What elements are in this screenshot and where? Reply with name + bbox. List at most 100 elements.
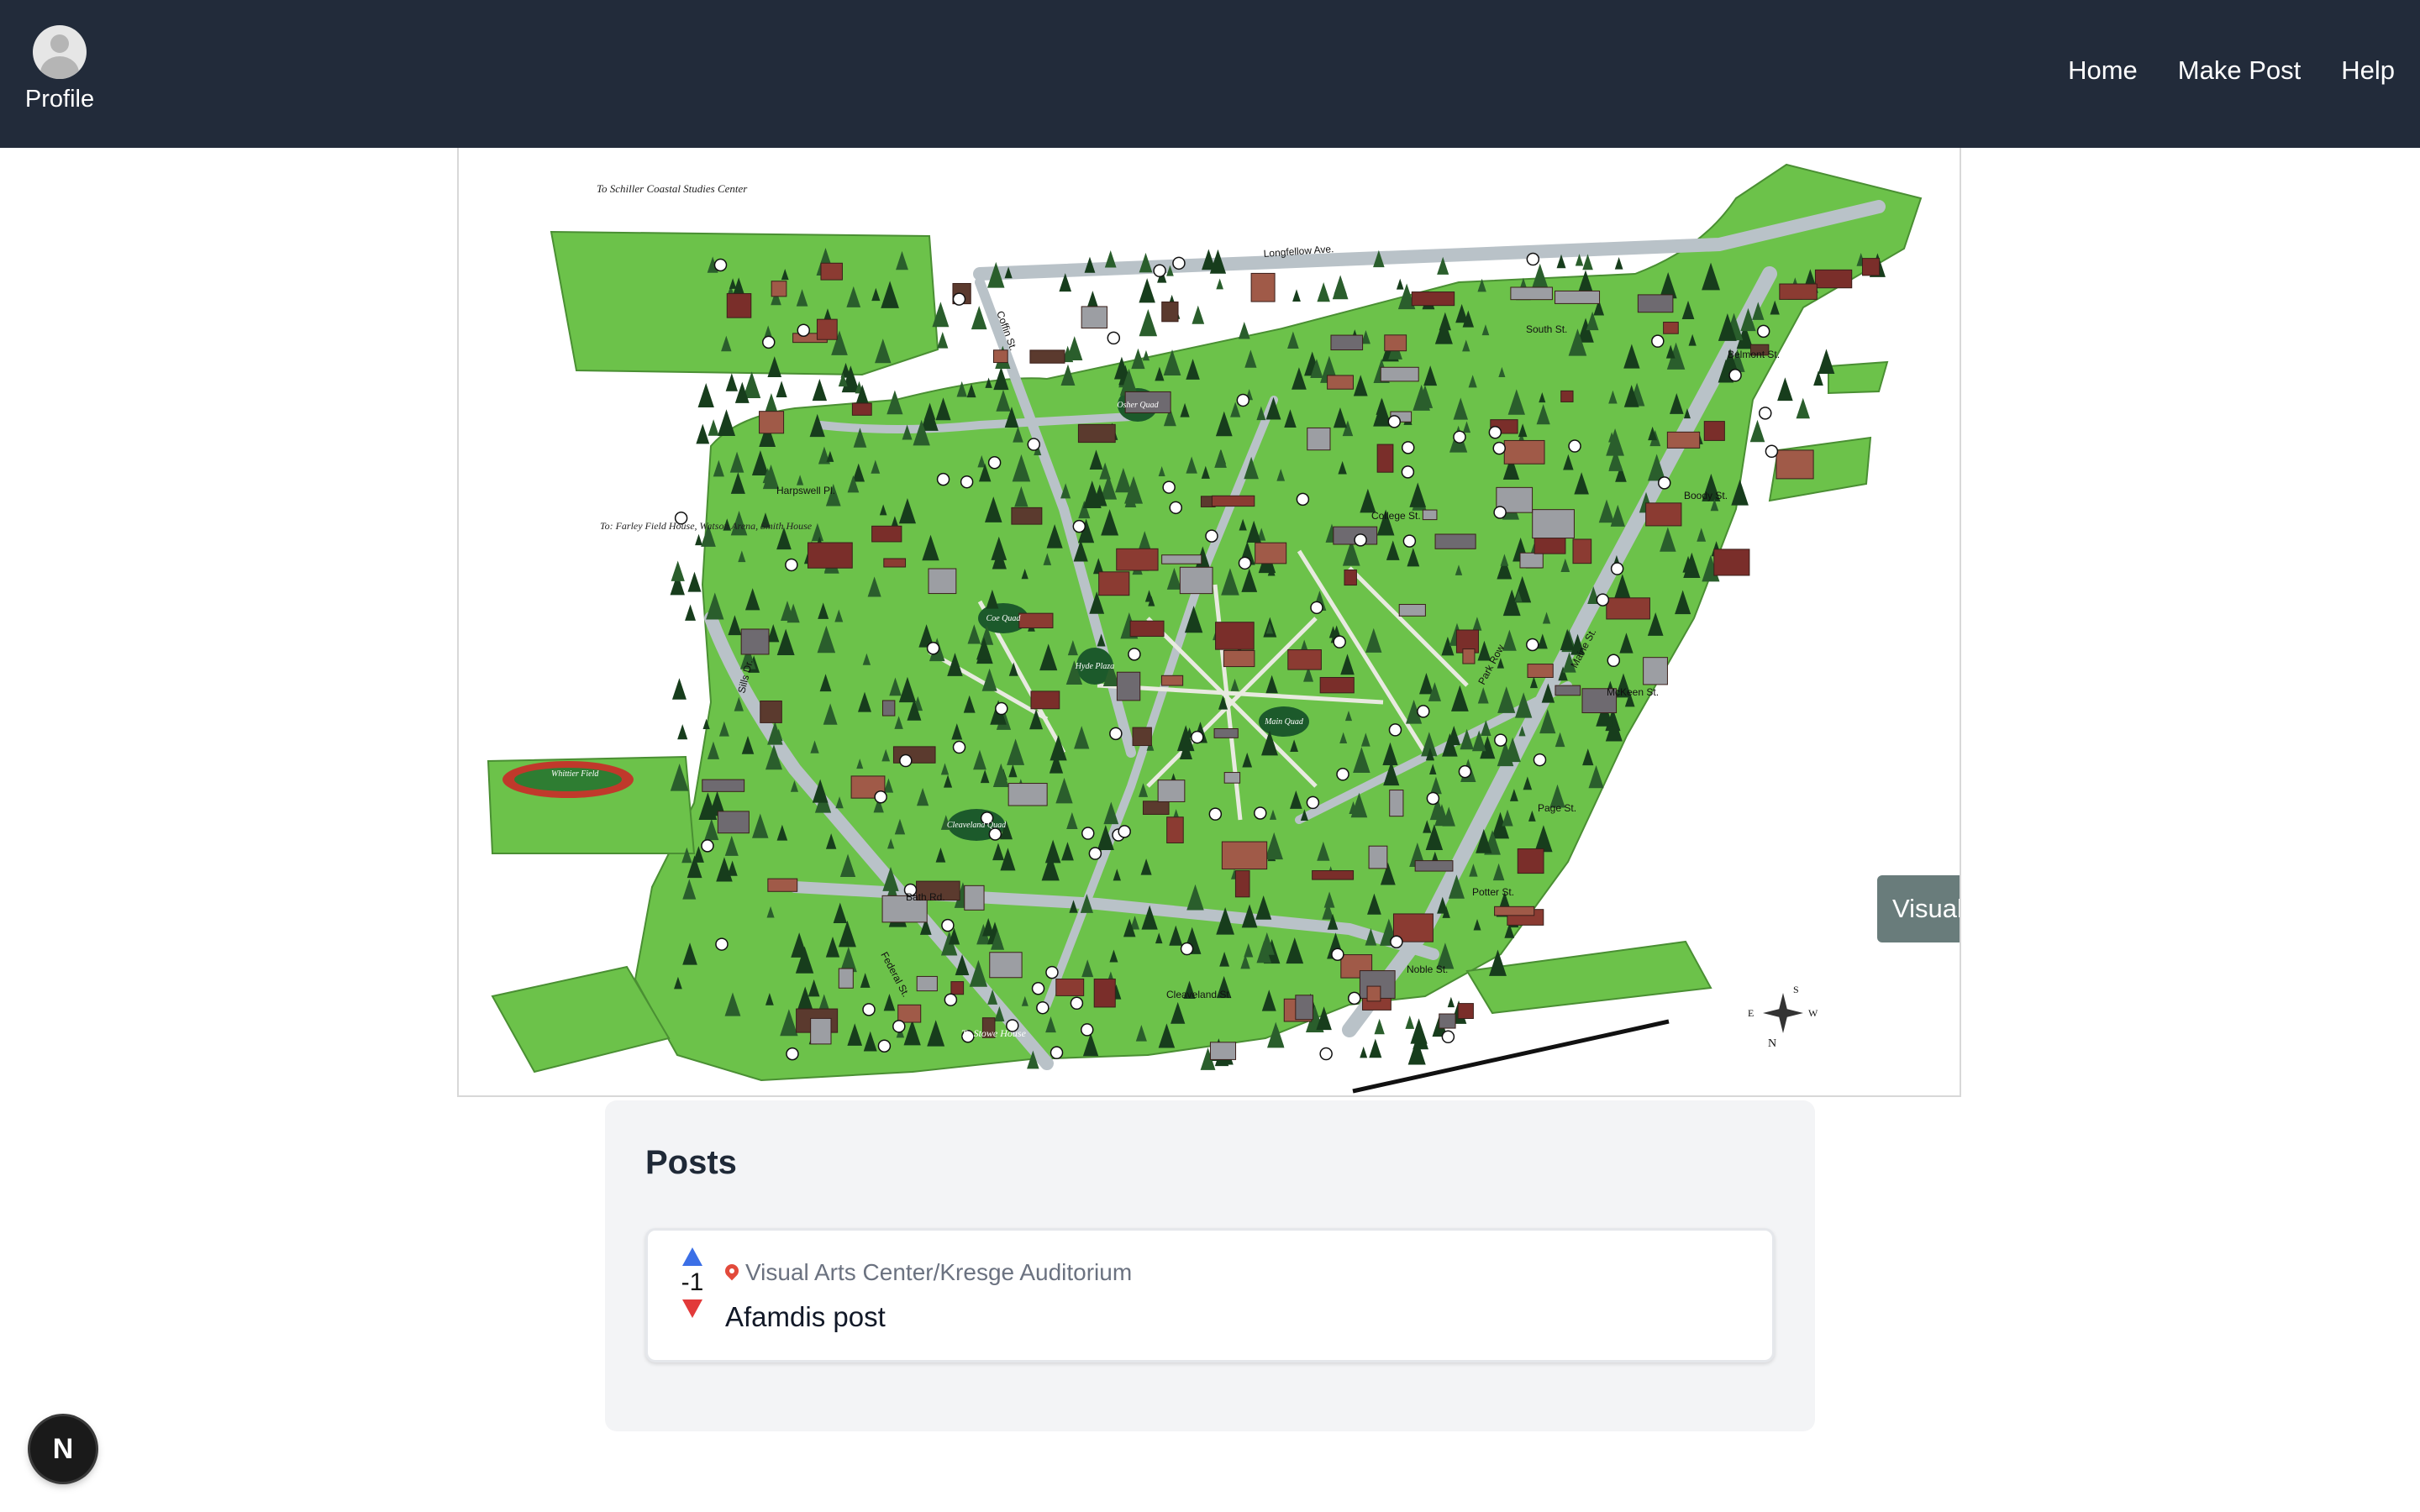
- posts-heading: Posts: [645, 1144, 737, 1181]
- tree: [708, 419, 719, 436]
- building: [1327, 375, 1354, 390]
- tooltip-label: Visual Arts Center/Kresge Auditorium:: [1892, 894, 1961, 923]
- building-marker: [1036, 1000, 1050, 1015]
- building: [1517, 848, 1544, 874]
- building: [1142, 801, 1170, 815]
- post-title[interactable]: Afamdis post: [725, 1301, 886, 1333]
- street-south: South St.: [1526, 323, 1567, 335]
- building-marker: [1128, 648, 1141, 661]
- tree: [1796, 397, 1810, 419]
- note-farley: To: Farley Field House, Watson Arena, Sm…: [600, 520, 813, 532]
- building: [897, 1004, 922, 1023]
- building: [1645, 502, 1682, 527]
- building: [771, 281, 787, 297]
- upvote-icon[interactable]: [682, 1247, 702, 1266]
- note-schiller: To Schiller Coastal Studies Center: [597, 182, 748, 195]
- building: [1160, 675, 1184, 686]
- building-marker: [1172, 256, 1186, 270]
- building: [1161, 301, 1179, 323]
- building: [851, 402, 872, 416]
- label-hyde-plaza: Hyde Plaza: [1075, 662, 1114, 671]
- building-marker: [936, 472, 950, 486]
- nav-make-post[interactable]: Make Post: [2178, 55, 2301, 86]
- campus-map[interactable]: N S E W To Schiller Coastal Studies Cent…: [457, 148, 1961, 1097]
- tree: [1238, 321, 1250, 339]
- building: [1376, 444, 1394, 473]
- building: [1250, 272, 1276, 302]
- building: [1287, 649, 1322, 670]
- post-card[interactable]: -1 Visual Arts Center/Kresge Auditorium …: [645, 1228, 1775, 1362]
- building-marker: [892, 1020, 906, 1033]
- map-tooltip: Visual Arts Center/Kresge Auditorium: 1: [1877, 875, 1961, 942]
- building: [1434, 533, 1476, 549]
- building-marker: [1402, 534, 1417, 548]
- building-marker: [786, 1047, 799, 1061]
- tree: [725, 373, 738, 391]
- building: [838, 968, 854, 989]
- building: [950, 981, 965, 995]
- building-marker: [1401, 441, 1415, 454]
- building: [1380, 366, 1419, 382]
- building: [1411, 291, 1455, 307]
- building: [1713, 549, 1750, 576]
- building-marker: [1180, 942, 1194, 956]
- building-marker: [1238, 556, 1252, 570]
- building: [1098, 571, 1130, 596]
- building: [1389, 790, 1404, 817]
- tree: [812, 379, 828, 402]
- building: [883, 558, 907, 568]
- label-cleaveland-quad: Cleaveland Quad: [947, 821, 1007, 830]
- building-marker: [1651, 334, 1665, 348]
- vote-control: -1: [671, 1247, 713, 1318]
- tree: [697, 383, 714, 407]
- building-marker: [1388, 723, 1402, 737]
- building: [1319, 676, 1355, 694]
- building: [881, 700, 896, 717]
- building: [1457, 1003, 1474, 1019]
- building: [989, 952, 1023, 979]
- building: [1179, 566, 1213, 595]
- tree: [1104, 249, 1117, 268]
- building: [1527, 664, 1554, 678]
- building: [1398, 604, 1426, 617]
- building-marker: [1169, 501, 1182, 515]
- building-marker: [1610, 562, 1624, 575]
- building: [1643, 657, 1668, 685]
- building: [1215, 622, 1255, 650]
- building: [964, 885, 985, 911]
- post-location[interactable]: Visual Arts Center/Kresge Auditorium: [722, 1259, 1132, 1286]
- tree: [1447, 996, 1455, 1008]
- label-osher-quad: Osher Quad: [1117, 401, 1159, 410]
- building-marker: [1162, 480, 1176, 494]
- building: [760, 701, 782, 723]
- top-navbar: Profile Home Make Post Help: [0, 0, 2420, 148]
- building-marker: [1031, 981, 1045, 995]
- campus-map-illustration[interactable]: N S E W To Schiller Coastal Studies Cent…: [459, 148, 1961, 1097]
- building: [1221, 841, 1268, 870]
- tree: [1317, 282, 1330, 302]
- building: [1307, 427, 1331, 451]
- profile-link[interactable]: Profile: [24, 25, 96, 113]
- tree: [696, 423, 710, 444]
- building: [1663, 322, 1679, 334]
- nav-help[interactable]: Help: [2341, 55, 2395, 86]
- building-marker: [713, 258, 728, 272]
- building: [1422, 509, 1438, 521]
- next-dev-badge[interactable]: N: [30, 1416, 96, 1482]
- building-marker: [960, 475, 974, 489]
- building-marker: [1336, 768, 1349, 781]
- building-marker: [1401, 465, 1415, 479]
- nav-home[interactable]: Home: [2068, 55, 2138, 86]
- tree: [1777, 377, 1793, 402]
- tree: [1332, 276, 1349, 300]
- building-marker: [715, 937, 729, 951]
- building-marker: [1050, 1046, 1064, 1059]
- downvote-icon[interactable]: [682, 1299, 702, 1318]
- building: [759, 411, 785, 434]
- building-marker: [1045, 965, 1059, 979]
- building-marker: [1417, 705, 1430, 718]
- street-boody: Boody St.: [1684, 490, 1728, 501]
- building-marker: [1296, 492, 1310, 507]
- building-marker: [1453, 430, 1466, 444]
- building-marker: [1333, 635, 1346, 648]
